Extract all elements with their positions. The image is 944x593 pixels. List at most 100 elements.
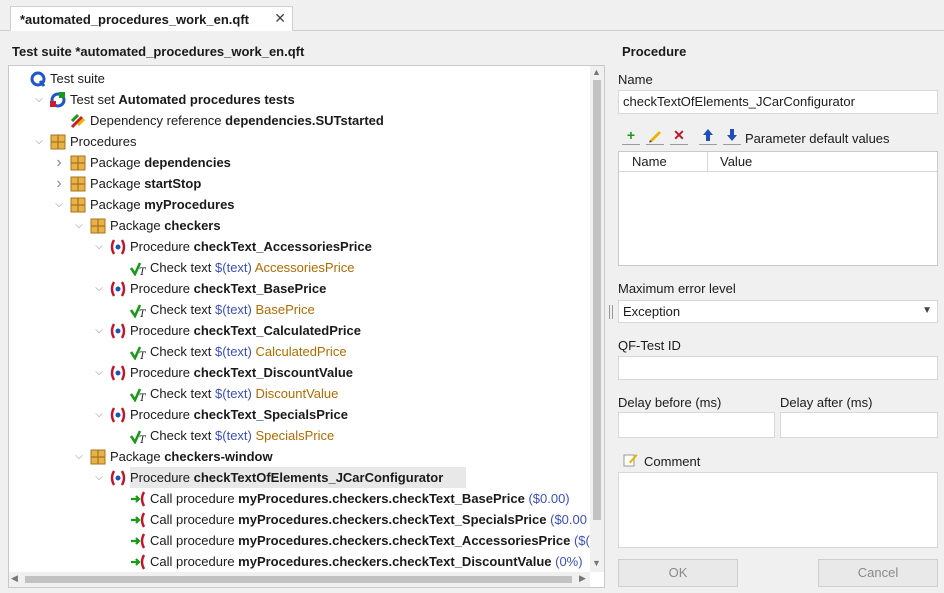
node-name-text: checkText_AccessoriesPrice: [193, 239, 372, 254]
qf-test-id-field[interactable]: [618, 356, 938, 380]
parameter-value-text: ($0.00): [524, 491, 570, 506]
tree-row-procedure[interactable]: ⌵ Procedure checkText_CalculatedPrice: [9, 320, 599, 341]
scrollbar-thumb[interactable]: [593, 80, 601, 520]
tree-row-check-text[interactable]: T Check text $(text) BasePrice: [9, 299, 599, 320]
collapse-arrow-icon[interactable]: ⌵: [93, 467, 105, 488]
node-type-text: Check text: [150, 302, 216, 317]
svg-text:T: T: [139, 393, 146, 402]
tree-row-check-text[interactable]: T Check text $(text) CalculatedPrice: [9, 341, 599, 362]
cancel-button[interactable]: Cancel: [818, 559, 938, 587]
qf-test-id-label: QF-Test ID: [618, 338, 681, 353]
name-field[interactable]: checkTextOfElements_JCarConfigurator: [618, 90, 938, 114]
tree-row-dependency-reference[interactable]: Dependency reference dependencies.SUTsta…: [9, 110, 599, 131]
tree-row-procedure-selected[interactable]: ⌵ Procedure checkTextOfElements_JCarConfi…: [95, 467, 466, 488]
parameter-table[interactable]: Name Value: [618, 151, 938, 266]
collapse-arrow-icon[interactable]: ⌵: [93, 404, 105, 425]
add-parameter-icon[interactable]: +: [622, 127, 640, 145]
scrollbar-thumb[interactable]: [25, 576, 572, 583]
delay-after-label: Delay after (ms): [780, 395, 873, 410]
node-type-text: Package: [90, 197, 145, 212]
comment-field[interactable]: [618, 472, 938, 548]
tree-row-procedures[interactable]: ⌵ Procedures: [9, 131, 599, 152]
pane-splitter-handle[interactable]: [609, 305, 613, 319]
check-text-icon: T: [129, 344, 147, 362]
node-type-text: Procedure: [130, 323, 194, 338]
package-icon: [70, 197, 86, 213]
scroll-right-icon[interactable]: ▶: [579, 573, 586, 584]
collapse-arrow-icon[interactable]: ⌵: [93, 320, 105, 341]
collapse-arrow-icon[interactable]: ⌵: [73, 446, 85, 467]
tree-row-check-text[interactable]: T Check text $(text) SpecialsPrice: [9, 425, 599, 446]
delete-parameter-icon[interactable]: ✕: [670, 127, 688, 145]
tree-row-procedure[interactable]: ⌵ Procedure checkText_BasePrice: [9, 278, 599, 299]
column-divider: [707, 152, 708, 172]
tree-vertical-scrollbar[interactable]: ▲ ▼: [590, 66, 604, 572]
move-down-icon[interactable]: [723, 127, 741, 145]
column-value-header[interactable]: Value: [720, 154, 752, 169]
expand-arrow-icon[interactable]: ›: [53, 173, 65, 194]
tree-row-call-procedure[interactable]: Call procedure myProcedures.checkers.che…: [9, 509, 599, 530]
scroll-down-icon[interactable]: ▼: [592, 558, 601, 568]
node-type-text: Package: [110, 449, 165, 464]
tree-row-check-text[interactable]: T Check text $(text) AccessoriesPrice: [9, 257, 599, 278]
tree-node-label: Procedure checkText_SpecialsPrice: [130, 404, 348, 425]
collapse-arrow-icon[interactable]: ⌵: [53, 194, 65, 215]
variable-text: $(text): [215, 302, 252, 317]
node-type-text: Package: [110, 218, 165, 233]
tab-title: *automated_procedures_work_en.qft: [20, 12, 250, 27]
node-type-text: Check text: [150, 260, 216, 275]
tree-row-call-procedure[interactable]: Call procedure myProcedures.checkers.che…: [9, 530, 599, 551]
tree-row-package-startstop[interactable]: › Package startStop: [9, 173, 599, 194]
node-type-text: Call procedure: [150, 512, 239, 527]
collapse-arrow-icon[interactable]: ⌵: [93, 278, 105, 299]
collapse-arrow-icon[interactable]: ⌵: [93, 236, 105, 257]
test-suite-tree[interactable]: Test suite ⌵ Test set Automated procedures…: [8, 65, 605, 588]
column-name-header[interactable]: Name: [632, 154, 667, 169]
close-icon[interactable]: ✕: [274, 10, 286, 27]
tree-row-test-set[interactable]: ⌵ Test set Automated procedures tests: [9, 89, 599, 110]
node-type-text: Procedure: [130, 281, 194, 296]
tree-row-package-myprocedures[interactable]: ⌵ Package myProcedures: [9, 194, 599, 215]
tree-horizontal-scrollbar[interactable]: ◀ ▶: [9, 572, 590, 587]
tree-row-call-procedure[interactable]: Call procedure myProcedures.checkers.che…: [9, 551, 599, 572]
max-error-select[interactable]: Exception ▼: [618, 300, 938, 323]
delay-before-field[interactable]: [618, 412, 775, 438]
tree-row-package-checkers-window[interactable]: ⌵ Package checkers-window: [9, 446, 599, 467]
tree-node-label: Procedure checkText_BasePrice: [130, 278, 326, 299]
node-type-text: Procedure: [130, 365, 194, 380]
collapse-arrow-icon[interactable]: ⌵: [93, 362, 105, 383]
check-text-icon: T: [129, 302, 147, 320]
tree-row-procedure[interactable]: ⌵ Procedure checkText_SpecialsPrice: [9, 404, 599, 425]
chevron-down-icon: ▼: [922, 305, 932, 316]
node-type-text: Check text: [150, 386, 216, 401]
tree-row-call-procedure[interactable]: Call procedure myProcedures.checkers.che…: [9, 488, 599, 509]
package-icon: [90, 449, 106, 465]
scroll-up-icon[interactable]: ▲: [592, 67, 601, 77]
delay-after-field[interactable]: [780, 412, 938, 438]
edit-parameter-icon[interactable]: [646, 127, 664, 145]
collapse-arrow-icon[interactable]: ⌵: [73, 215, 85, 236]
details-heading: Procedure: [622, 44, 687, 59]
tree-row-procedure[interactable]: ⌵ Procedure checkText_DiscountValue: [9, 362, 599, 383]
tree-row-package-dependencies[interactable]: › Package dependencies: [9, 152, 599, 173]
name-label: Name: [618, 72, 653, 87]
expand-arrow-icon[interactable]: ›: [53, 152, 65, 173]
collapse-arrow-icon[interactable]: ⌵: [33, 89, 45, 110]
node-name-text: myProcedures.checkers.checkText_BasePric…: [238, 491, 525, 506]
tree-row-procedure[interactable]: ⌵ Procedure checkText_AccessoriesPrice: [9, 236, 599, 257]
call-procedure-icon: [130, 554, 146, 570]
variable-text: $(text): [215, 386, 252, 401]
call-procedure-icon: [130, 533, 146, 549]
node-name-text: myProcedures.checkers.checkText_Specials…: [238, 512, 547, 527]
tree-row-check-text[interactable]: T Check text $(text) DiscountValue: [9, 383, 599, 404]
tree-row-package-checkers[interactable]: ⌵ Package checkers: [9, 215, 599, 236]
collapse-arrow-icon[interactable]: ⌵: [33, 131, 45, 152]
tree-row-test-suite[interactable]: Test suite: [9, 68, 599, 89]
scroll-left-icon[interactable]: ◀: [11, 573, 18, 584]
tab-suite-file[interactable]: *automated_procedures_work_en.qft ✕: [10, 6, 293, 31]
move-up-icon[interactable]: [699, 127, 717, 145]
ok-button[interactable]: OK: [618, 559, 738, 587]
check-text-icon: T: [129, 428, 147, 446]
node-name-text: dependencies: [144, 155, 231, 170]
tree-node-label: Call procedure myProcedures.checkers.che…: [150, 551, 583, 572]
